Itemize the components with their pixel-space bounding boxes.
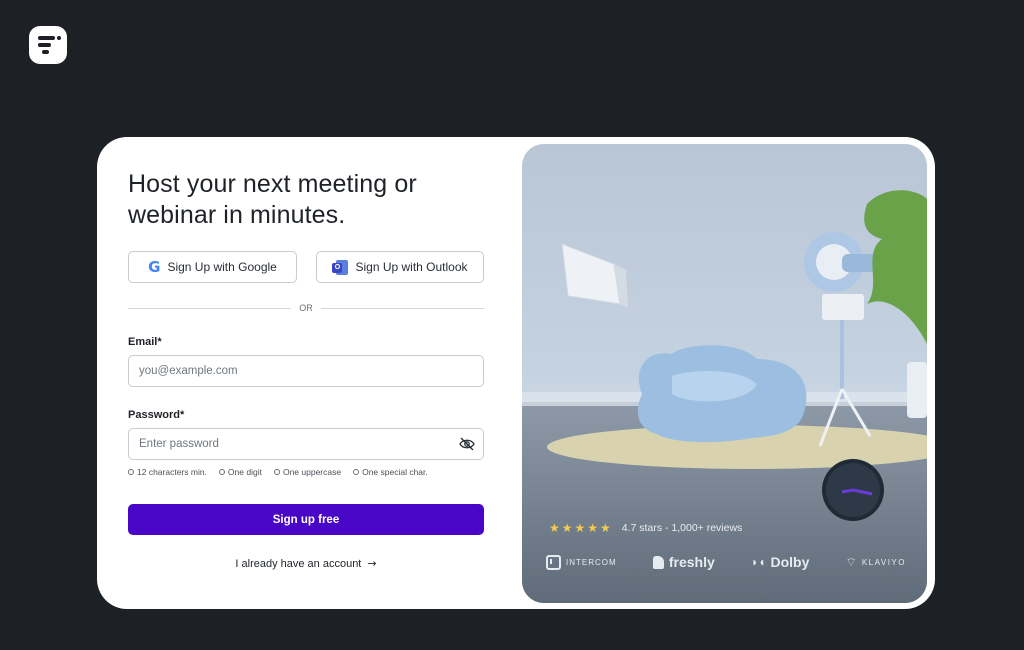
circle-icon (273, 469, 280, 475)
circle-icon (353, 469, 360, 475)
dolby-text: Dolby (770, 554, 810, 570)
email-field[interactable] (128, 355, 484, 387)
requirement-text: 12 characters min. (137, 467, 207, 477)
email-input[interactable] (129, 356, 483, 386)
page-title: Host your next meeting or webinar in min… (128, 170, 417, 229)
eye-off-icon[interactable] (459, 437, 475, 451)
or-divider: OR (128, 301, 484, 315)
outlook-signup-button[interactable]: O Sign Up with Outlook (316, 251, 484, 283)
circle-icon (128, 469, 134, 475)
requirement-item: One uppercase (273, 467, 342, 477)
rating-text: 4.7 stars - 1,000+ reviews (621, 522, 743, 534)
freshly-text: freshly (668, 554, 715, 570)
intercom-icon (546, 554, 561, 570)
dolby-logo: ◗◖ Dolby (751, 554, 809, 570)
rating-row: ★★★★★ 4.7 stars - 1,000+ reviews (549, 521, 742, 535)
or-text: OR (299, 303, 313, 313)
app-logo-icon[interactable] (29, 26, 67, 64)
password-label: Password* (128, 409, 185, 421)
login-link-label: I already have an account (235, 558, 362, 570)
login-link[interactable]: I already have an account → (128, 557, 484, 570)
password-input[interactable] (129, 429, 483, 459)
arrow-right-icon: → (367, 557, 377, 570)
requirement-text: One special char. (362, 467, 428, 477)
requirement-item: One digit (218, 467, 262, 477)
requirement-text: One digit (227, 467, 262, 477)
google-signup-label: Sign Up with Google (167, 260, 277, 274)
password-requirements: 12 characters min. One digit One upperca… (128, 467, 428, 477)
outlook-icon: O (332, 259, 349, 275)
freshly-icon (652, 555, 664, 569)
google-signup-button[interactable]: G Sign Up with Google (128, 251, 297, 283)
intercom-logo: INTERCOM (546, 554, 617, 570)
dolby-icon: ◗◖ (750, 555, 766, 569)
google-icon: G (148, 257, 161, 276)
hero-image: ★★★★★ 4.7 stars - 1,000+ reviews INTERCO… (522, 144, 927, 603)
password-field[interactable] (128, 428, 484, 460)
signup-card: Host your next meeting or webinar in min… (97, 137, 935, 609)
requirement-item: 12 characters min. (128, 467, 207, 477)
klaviyo-text: KLAVIYO (861, 557, 906, 567)
brand-logos: INTERCOM freshly ◗◖ Dolby ⌔ KLAVIYO (546, 554, 906, 570)
requirement-item: One special char. (353, 467, 428, 477)
circle-icon (218, 469, 225, 475)
outlook-signup-label: Sign Up with Outlook (355, 260, 468, 274)
signup-button[interactable]: Sign up free (128, 504, 484, 535)
klaviyo-logo: ⌔ KLAVIYO (846, 555, 906, 570)
email-label: Email* (128, 336, 162, 348)
freshly-logo: freshly (652, 554, 715, 570)
star-rating-icon: ★★★★★ (549, 521, 613, 535)
klaviyo-icon: ⌔ (845, 554, 857, 569)
intercom-text: INTERCOM (566, 557, 617, 567)
requirement-text: One uppercase (282, 467, 342, 477)
